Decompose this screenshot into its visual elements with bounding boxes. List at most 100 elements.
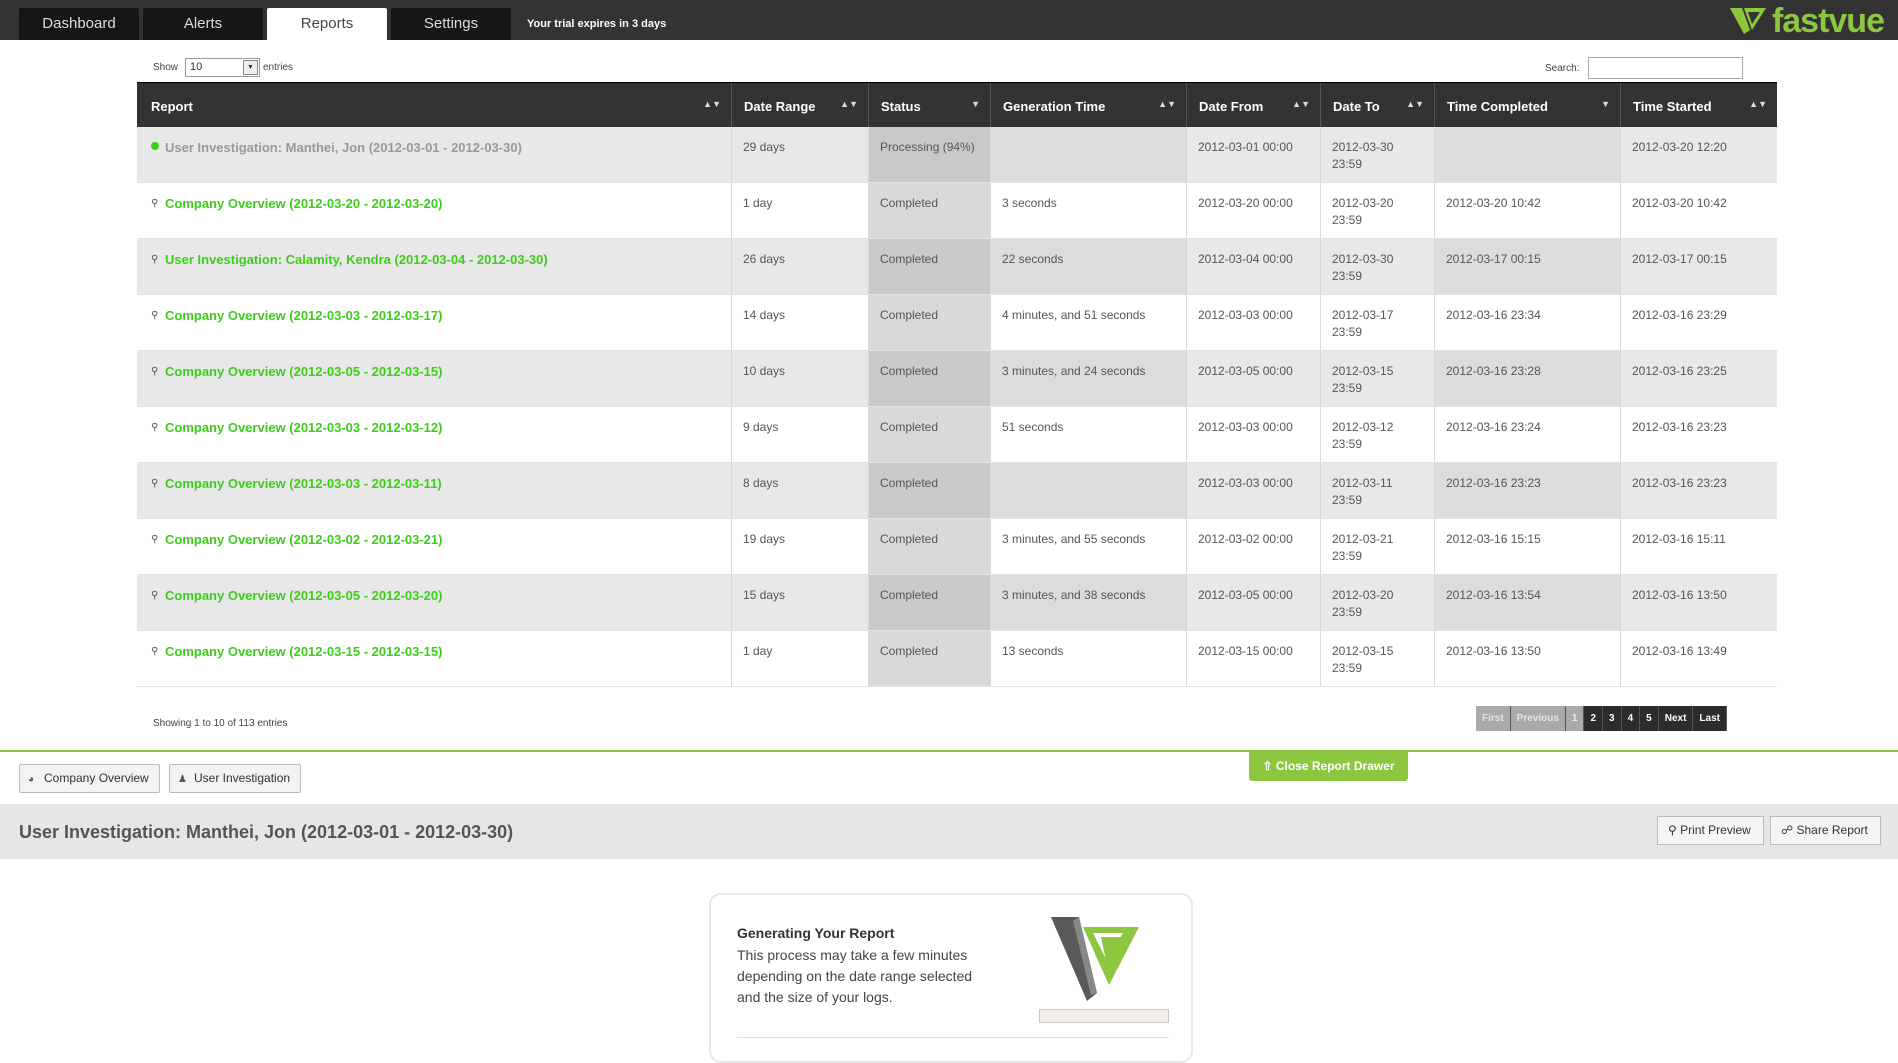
pager-last[interactable]: Last: [1693, 706, 1727, 731]
tab-dashboard[interactable]: Dashboard: [19, 8, 139, 40]
pager-page-2[interactable]: 2: [1584, 706, 1604, 731]
report-link[interactable]: Company Overview (2012-03-03 - 2012-03-1…: [165, 420, 442, 435]
cell-date-range: 10 days: [732, 351, 869, 406]
cell-time-completed: 2012-03-20 10:42: [1435, 183, 1621, 238]
report-link[interactable]: User Investigation: Manthei, Jon (2012-0…: [165, 140, 522, 155]
cell-date-from: 2012-03-03 00:00: [1187, 407, 1321, 462]
column-header-status[interactable]: Status ▼: [869, 83, 991, 127]
pager-first[interactable]: First: [1476, 706, 1511, 731]
cell-report: ⚲ Company Overview (2012-03-05 - 2012-03-…: [137, 575, 732, 630]
search-input[interactable]: [1588, 57, 1743, 79]
cell-status: Processing (94%): [869, 127, 991, 182]
table-row: ⚲ Company Overview (2012-03-05 - 2012-03-…: [137, 575, 1777, 631]
report-link[interactable]: Company Overview (2012-03-20 - 2012-03-2…: [165, 196, 442, 211]
cell-time-completed: 2012-03-17 00:15: [1435, 239, 1621, 294]
pager-page-5[interactable]: 5: [1640, 706, 1659, 731]
processing-status-icon: [151, 142, 159, 150]
cell-date-range: 14 days: [732, 295, 869, 350]
column-header-label: Report: [151, 99, 193, 114]
pager-page-1[interactable]: 1: [1565, 706, 1585, 731]
cell-time-started: 2012-03-20 10:42: [1632, 196, 1727, 210]
show-label: Show: [153, 62, 179, 73]
cell-time-completed: 2012-03-16 13:54: [1435, 575, 1621, 630]
top-nav-bar: Dashboard Alerts Reports Settings Your t…: [0, 0, 1898, 40]
close-report-drawer-button[interactable]: ⇧ Close Report Drawer: [1249, 752, 1408, 781]
column-header-label: Date From: [1199, 99, 1264, 114]
sort-icon: ▲▼: [840, 99, 858, 109]
cell-status: Completed: [869, 631, 991, 686]
cell-time-started: 2012-03-16 15:11: [1632, 532, 1726, 546]
report-link[interactable]: Company Overview (2012-03-02 - 2012-03-2…: [165, 532, 442, 547]
report-link[interactable]: Company Overview (2012-03-05 - 2012-03-1…: [165, 364, 442, 379]
pagination: First Previous 1 2 3 4 5 Next Last: [1476, 706, 1727, 731]
search-report-icon: ⚲: [151, 478, 159, 489]
share-report-button[interactable]: ☍ Share Report: [1770, 816, 1881, 845]
column-header-date-from[interactable]: Date From ▲▼: [1187, 83, 1321, 127]
table-row: User Investigation: Manthei, Jon (2012-0…: [137, 127, 1777, 183]
sort-desc-icon: ▼: [1601, 99, 1610, 109]
cell-date-range: 19 days: [732, 519, 869, 574]
cell-report: ⚲ Company Overview (2012-03-02 - 2012-03-…: [137, 519, 732, 574]
column-header-label: Time Completed: [1447, 99, 1548, 114]
cell-status: Completed: [869, 351, 991, 406]
search-report-icon: ⚲: [151, 646, 159, 657]
cell-generation-time: 3 minutes, and 38 seconds: [991, 575, 1187, 630]
sort-icon: ▲▼: [1749, 99, 1767, 109]
cell-generation-time: [991, 127, 1187, 182]
pager-next[interactable]: Next: [1658, 706, 1694, 731]
cell-generation-time: 51 seconds: [991, 407, 1187, 462]
table-header: Report ▲▼ Date Range ▲▼ Status ▼ Generation…: [137, 82, 1777, 127]
cell-time-started: 2012-03-20 12:20: [1632, 140, 1727, 154]
report-link[interactable]: Company Overview (2012-03-03 - 2012-03-1…: [165, 476, 442, 491]
tab-settings[interactable]: Settings: [391, 8, 511, 40]
cell-time-completed: 2012-03-16 23:34: [1435, 295, 1621, 350]
cell-date-range: 1 day: [732, 183, 869, 238]
company-overview-label: Company Overview: [44, 771, 149, 785]
report-link[interactable]: Company Overview (2012-03-15 - 2012-03-1…: [165, 644, 442, 659]
column-header-generation-time[interactable]: Generation Time ▲▼: [991, 83, 1187, 127]
tab-alerts[interactable]: Alerts: [143, 8, 263, 40]
entries-per-page-select[interactable]: 10 ▼: [185, 58, 260, 77]
search-report-icon: ⚲: [151, 310, 159, 321]
column-header-report[interactable]: Report ▲▼: [137, 83, 732, 127]
cell-date-to: 2012-03-11 23:59: [1321, 463, 1435, 518]
cell-date-to: 2012-03-20 23:59: [1321, 183, 1435, 238]
column-header-date-to[interactable]: Date To ▲▼: [1321, 83, 1435, 127]
cell-date-to: 2012-03-30 23:59: [1321, 239, 1435, 294]
cell-time-started: 2012-03-16 23:23: [1632, 476, 1727, 490]
cell-time-started: 2012-03-16 13:49: [1632, 644, 1727, 658]
cell-report: ⚲ Company Overview (2012-03-15 - 2012-03-…: [137, 631, 732, 686]
cell-date-to: 2012-03-15 23:59: [1321, 351, 1435, 406]
report-link[interactable]: Company Overview (2012-03-05 - 2012-03-2…: [165, 588, 442, 603]
column-header-label: Date Range: [744, 99, 816, 114]
company-overview-button[interactable]: ◕ Company Overview: [19, 764, 160, 793]
cell-date-to: 2012-03-17 23:59: [1321, 295, 1435, 350]
table-row: ⚲ Company Overview (2012-03-03 - 2012-03-…: [137, 407, 1777, 463]
chevron-down-icon[interactable]: ▼: [243, 60, 258, 75]
pager-page-3[interactable]: 3: [1603, 706, 1622, 731]
cell-date-range: 26 days: [732, 239, 869, 294]
cell-time-completed: 2012-03-16 23:23: [1435, 463, 1621, 518]
cell-status: Completed: [869, 183, 991, 238]
report-link[interactable]: User Investigation: Calamity, Kendra (20…: [165, 252, 548, 267]
column-header-time-completed[interactable]: Time Completed ▼: [1435, 83, 1621, 127]
print-preview-button[interactable]: ⚲ Print Preview: [1657, 816, 1764, 845]
column-header-time-started[interactable]: Time Started ▲▼: [1621, 83, 1777, 127]
report-link[interactable]: Company Overview (2012-03-03 - 2012-03-1…: [165, 308, 442, 323]
share-report-label: Share Report: [1796, 823, 1868, 837]
cell-time-completed: 2012-03-16 13:50: [1435, 631, 1621, 686]
pager-previous[interactable]: Previous: [1510, 706, 1566, 731]
cell-date-from: 2012-03-05 00:00: [1187, 575, 1321, 630]
pie-chart-icon: ◕: [28, 774, 35, 785]
user-investigation-button[interactable]: ♟ User Investigation: [169, 764, 302, 793]
cell-date-from: 2012-03-01 00:00: [1187, 127, 1321, 182]
table-row: ⚲ Company Overview (2012-03-15 - 2012-03-…: [137, 631, 1777, 687]
cell-status: Completed: [869, 519, 991, 574]
column-header-date-range[interactable]: Date Range ▲▼: [732, 83, 869, 127]
cell-date-range: 1 day: [732, 631, 869, 686]
cell-report: ⚲ Company Overview (2012-03-20 - 2012-03-…: [137, 183, 732, 238]
pager-page-4[interactable]: 4: [1621, 706, 1641, 731]
fastvue-logo-icon: [1729, 8, 1766, 34]
cell-time-started: 2012-03-16 23:29: [1632, 308, 1727, 322]
tab-reports[interactable]: Reports: [267, 8, 387, 40]
